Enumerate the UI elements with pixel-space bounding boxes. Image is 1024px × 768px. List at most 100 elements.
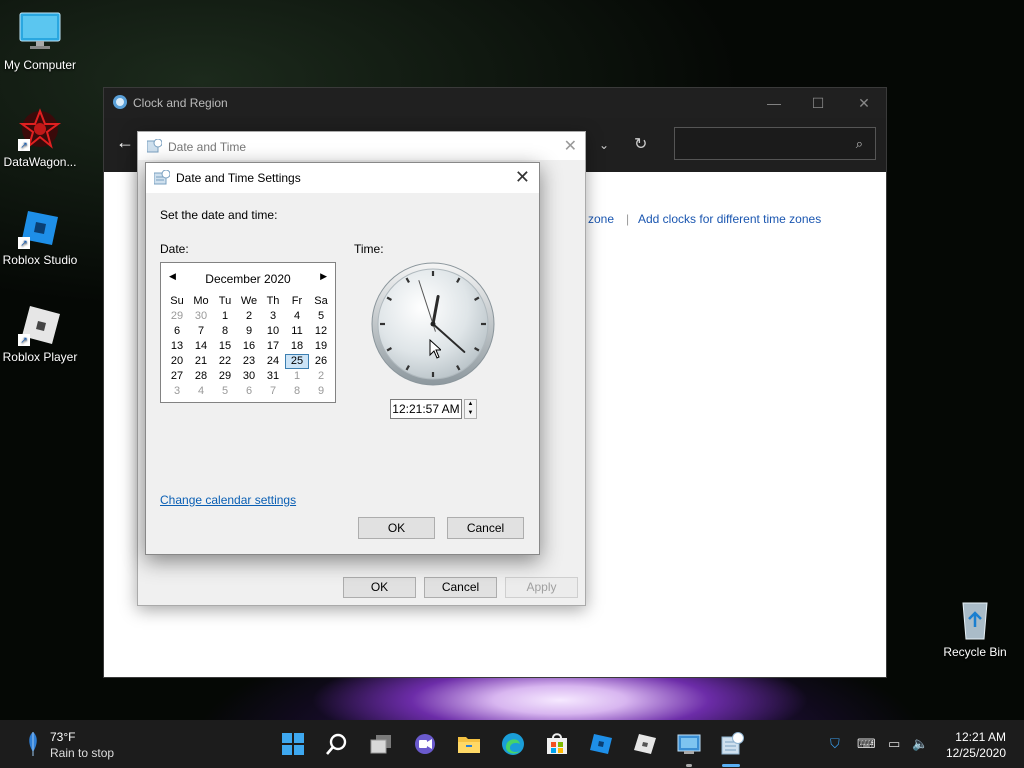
desktop-icon-datawagon[interactable]: ↗ DataWagon... (0, 107, 80, 169)
network-icon[interactable]: ▭ (888, 736, 900, 752)
maximize-button[interactable]: ☐ (808, 93, 828, 113)
chat-icon[interactable] (413, 732, 437, 756)
calendar-day[interactable]: 1 (213, 309, 237, 324)
calendar-day[interactable]: 7 (261, 384, 285, 399)
ok-button[interactable]: OK (343, 577, 416, 598)
desktop-icon-my-computer[interactable]: My Computer (0, 10, 80, 72)
calendar-day[interactable]: 22 (213, 354, 237, 369)
next-month-icon[interactable]: ▶ (320, 271, 327, 282)
ok-button[interactable]: OK (358, 517, 435, 539)
store-icon[interactable] (545, 732, 569, 756)
calendar-day[interactable]: 29 (165, 309, 189, 324)
calendar-day[interactable]: 11 (285, 324, 309, 339)
roblox-studio-icon[interactable] (589, 732, 613, 756)
calendar-day[interactable]: 3 (261, 309, 285, 324)
calendar-day[interactable]: 17 (261, 339, 285, 354)
calendar-day[interactable]: 14 (189, 339, 213, 354)
calendar-day[interactable]: 18 (285, 339, 309, 354)
back-arrow-icon[interactable]: ← (116, 132, 134, 153)
close-button[interactable]: ✕ (515, 167, 530, 188)
spin-down-icon[interactable]: ▼ (465, 409, 476, 418)
calendar-month-year[interactable]: December 2020 (161, 272, 335, 286)
calendar-day[interactable]: 4 (189, 384, 213, 399)
add-clocks-link[interactable]: Add clocks for different time zones (638, 212, 821, 226)
shortcut-arrow-icon: ↗ (18, 334, 30, 346)
running-app-indicator (686, 764, 692, 767)
calendar-day[interactable]: 10 (261, 324, 285, 339)
calendar-day[interactable]: 8 (213, 324, 237, 339)
calendar-day[interactable]: 21 (189, 354, 213, 369)
keyboard-icon[interactable]: ⌨ (857, 736, 876, 752)
calendar-day[interactable]: 27 (165, 369, 189, 384)
weekday-label: Fr (291, 295, 303, 307)
calendar-day[interactable]: 19 (309, 339, 333, 354)
cancel-button[interactable]: Cancel (447, 517, 524, 539)
weather-widget[interactable]: 73°F Rain to stop (24, 728, 114, 761)
calendar-day[interactable]: 7 (189, 324, 213, 339)
chevron-down-icon[interactable]: ⌄ (599, 138, 609, 152)
calendar-day[interactable]: 30 (189, 309, 213, 324)
weekday-header-row: Su Mo Tu We Th Fr Sa (165, 294, 333, 309)
calendar-day[interactable]: 9 (309, 384, 333, 399)
calendar-day[interactable]: 24 (261, 354, 285, 369)
calendar-day[interactable]: 3 (165, 384, 189, 399)
calendar-day[interactable]: 15 (213, 339, 237, 354)
security-icon[interactable]: ⛉ (830, 736, 840, 752)
spin-up-icon[interactable]: ▲ (465, 400, 476, 409)
roblox-player-icon[interactable] (633, 732, 657, 756)
dialog-titlebar[interactable]: Date and Time Settings ✕ (146, 163, 539, 193)
calendar-day[interactable]: 30 (237, 369, 261, 384)
calendar-day[interactable]: 20 (165, 354, 189, 369)
task-view-icon[interactable] (369, 732, 393, 756)
calendar-day[interactable]: 28 (189, 369, 213, 384)
minimize-button[interactable]: — (764, 93, 784, 113)
cancel-button[interactable]: Cancel (424, 577, 497, 598)
control-panel-icon[interactable] (677, 732, 701, 756)
refresh-icon[interactable]: ↻ (634, 134, 647, 154)
calendar-day[interactable]: 31 (261, 369, 285, 384)
window-titlebar[interactable]: Clock and Region — ☐ ✕ (104, 88, 886, 118)
start-icon[interactable] (281, 732, 305, 756)
time-input[interactable]: 12:21:57 AM (390, 399, 462, 419)
calendar-day[interactable]: 9 (237, 324, 261, 339)
dialog-titlebar[interactable]: Date and Time ✕ (138, 132, 585, 160)
calendar-week-row: 27 28 29 30 31 1 2 (165, 369, 333, 384)
edge-icon[interactable] (501, 732, 525, 756)
close-button[interactable]: ✕ (854, 93, 874, 113)
calendar-day[interactable]: 6 (165, 324, 189, 339)
calendar-day[interactable]: 13 (165, 339, 189, 354)
calendar-day[interactable]: 25 (285, 354, 309, 369)
search-input[interactable]: ⌕ (674, 127, 876, 160)
calendar-day[interactable]: 26 (309, 354, 333, 369)
desktop-icon-recycle-bin[interactable]: Recycle Bin (935, 597, 1015, 659)
time-spinner[interactable]: ▲ ▼ (464, 399, 477, 419)
umbrella-icon (29, 732, 37, 756)
calendar-day[interactable]: 4 (285, 309, 309, 324)
change-calendar-settings-link[interactable]: Change calendar settings (160, 493, 296, 507)
search-icon[interactable] (325, 732, 349, 756)
file-explorer-icon[interactable] (457, 732, 481, 756)
weather-temp: 73°F (50, 730, 76, 744)
apply-button[interactable]: Apply (505, 577, 578, 598)
calendar-day[interactable]: 5 (213, 384, 237, 399)
calendar-day[interactable]: 2 (237, 309, 261, 324)
calendar-day[interactable]: 16 (237, 339, 261, 354)
weekday-label: Th (266, 295, 280, 307)
desktop-icon-roblox-studio[interactable]: ↗ Roblox Studio (0, 205, 80, 267)
taskbar-clock[interactable]: 12:21 AM 12/25/2020 (946, 729, 1006, 761)
calendar-day[interactable]: 1 (285, 369, 309, 384)
desktop-icon-roblox-player[interactable]: ↗ Roblox Player (0, 302, 80, 364)
date-time-icon[interactable] (721, 732, 745, 756)
calendar-header: ◀ December 2020 ▶ (161, 271, 335, 287)
calendar-day[interactable]: 2 (309, 369, 333, 384)
close-button[interactable]: ✕ (564, 136, 577, 156)
calendar-day[interactable]: 5 (309, 309, 333, 324)
calendar-day[interactable]: 23 (237, 354, 261, 369)
calendar-day[interactable]: 6 (237, 384, 261, 399)
calendar-day[interactable]: 29 (213, 369, 237, 384)
calendar-day[interactable]: 12 (309, 324, 333, 339)
calendar-day[interactable]: 8 (285, 384, 309, 399)
volume-icon[interactable]: 🔈 (912, 736, 928, 752)
taskbar-date: 12/25/2020 (945, 746, 1006, 760)
desktop-icon-label: Roblox Studio (2, 253, 78, 267)
